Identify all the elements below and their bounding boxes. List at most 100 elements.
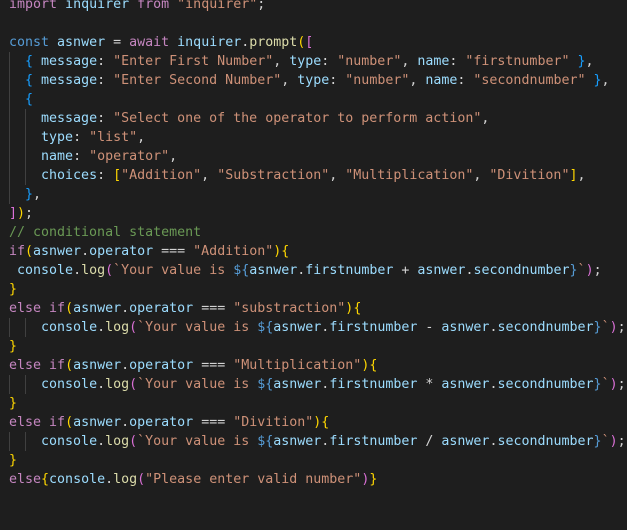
code-token: ; <box>617 377 626 392</box>
indent-guide <box>9 71 10 90</box>
code-token: ) <box>585 263 594 278</box>
code-token: ; <box>593 263 602 278</box>
indent-guide <box>9 185 10 204</box>
code-token: asnwer <box>441 434 490 449</box>
code-token: { <box>281 244 290 259</box>
indent-guide <box>24 128 26 147</box>
code-token: `Your value is <box>113 263 234 278</box>
code-token: name <box>425 73 458 88</box>
code-token: / <box>417 434 442 449</box>
code-token: . <box>97 320 106 335</box>
code-token: . <box>97 377 106 392</box>
code-token: } <box>9 282 18 297</box>
code-token: if <box>49 415 66 430</box>
code-token: : <box>321 54 338 69</box>
code-token: "number" <box>337 54 402 69</box>
code-line[interactable]: choices: ["Addition", "Substraction", "M… <box>9 166 626 185</box>
code-line[interactable]: if(asnwer.operator === "Addition"){ <box>9 242 626 261</box>
code-token: : <box>73 149 90 164</box>
code-token: , <box>409 73 426 88</box>
code-line[interactable]: name: "operator", <box>9 147 626 166</box>
code-line[interactable]: else if(asnwer.operator === "Multiplicat… <box>9 356 626 375</box>
code-line[interactable]: }, <box>9 185 626 204</box>
code-token: } <box>593 377 602 392</box>
code-token: asnwer <box>73 358 122 373</box>
code-token: "number" <box>345 73 410 88</box>
code-token: ( <box>65 301 74 316</box>
indent-guide <box>24 318 26 337</box>
code-token: , <box>601 73 610 88</box>
code-line[interactable]: else if(asnwer.operator === "substractio… <box>9 299 626 318</box>
code-token: : <box>449 54 466 69</box>
code-token: [ <box>305 35 314 50</box>
code-token: = <box>105 35 130 50</box>
code-line[interactable]: } <box>9 451 626 470</box>
indent-guide <box>9 128 10 147</box>
code-line[interactable]: import inquirer from "inquirer"; <box>9 0 626 14</box>
code-token: } <box>9 453 18 468</box>
code-token: asnwer <box>441 320 490 335</box>
code-token: : <box>73 130 90 145</box>
indent-guide <box>9 109 10 128</box>
code-line[interactable]: { message: "Enter First Number", type: "… <box>9 52 626 71</box>
code-token: "firstnumber" <box>465 54 570 69</box>
code-line[interactable]: } <box>9 280 626 299</box>
code-line[interactable]: ]); <box>9 204 626 223</box>
code-token: log <box>113 472 138 487</box>
code-token: `Your value is <box>137 320 258 335</box>
code-token: , <box>281 73 298 88</box>
code-line[interactable]: console.log(`Your value is ${asnwer.firs… <box>9 375 626 394</box>
indent-guide <box>9 166 10 185</box>
code-token: "list" <box>89 130 138 145</box>
code-token: ${ <box>233 263 250 278</box>
code-token: , <box>137 130 146 145</box>
indent-guide <box>24 147 26 166</box>
code-token: asnwer <box>273 320 322 335</box>
code-token: ( <box>129 320 138 335</box>
code-line[interactable]: { <box>9 90 626 109</box>
code-line[interactable]: // conditional statement <box>9 223 626 242</box>
indent-guide <box>24 109 26 128</box>
code-line[interactable]: } <box>9 394 626 413</box>
code-line[interactable] <box>9 14 626 33</box>
code-line[interactable]: { message: "Enter Second Number", type: … <box>9 71 626 90</box>
code-line[interactable]: else{console.log("Please enter valid num… <box>9 470 626 489</box>
code-line[interactable]: console.log(`Your value is ${asnwer.firs… <box>9 261 626 280</box>
code-token: else <box>9 358 42 373</box>
code-token: : <box>97 73 114 88</box>
code-token: if <box>49 358 66 373</box>
indent-guide <box>24 432 26 451</box>
code-editor[interactable]: import inquirer from "inquirer"; const a… <box>0 0 627 530</box>
code-token: console <box>49 472 106 487</box>
code-line[interactable]: type: "list", <box>9 128 626 147</box>
code-token: . <box>121 358 130 373</box>
code-token: [ <box>113 168 122 183</box>
code-line[interactable]: message: "Select one of the operator to … <box>9 109 626 128</box>
code-token: firstnumber <box>329 320 418 335</box>
code-token: asnwer <box>417 263 466 278</box>
code-token: import <box>9 0 58 12</box>
code-token: } <box>577 54 586 69</box>
code-token: ( <box>129 434 138 449</box>
code-token: : <box>97 54 114 69</box>
code-token: ( <box>129 377 138 392</box>
indent-guide <box>9 432 10 451</box>
code-token: type <box>289 54 322 69</box>
code-token: else <box>9 472 42 487</box>
code-token: : <box>97 111 114 126</box>
code-token: ; <box>617 320 626 335</box>
code-line[interactable]: console.log(`Your value is ${asnwer.firs… <box>9 432 626 451</box>
code-line[interactable]: console.log(`Your value is ${asnwer.firs… <box>9 318 626 337</box>
code-token: asnwer <box>273 434 322 449</box>
code-line[interactable]: } <box>9 337 626 356</box>
code-content[interactable]: import inquirer from "inquirer"; const a… <box>9 0 626 489</box>
code-token: ` <box>601 434 610 449</box>
code-line[interactable]: const asnwer = await inquirer.prompt([ <box>9 33 626 52</box>
code-line[interactable]: else if(asnwer.operator === "Divition"){ <box>9 413 626 432</box>
code-token: name <box>41 149 74 164</box>
